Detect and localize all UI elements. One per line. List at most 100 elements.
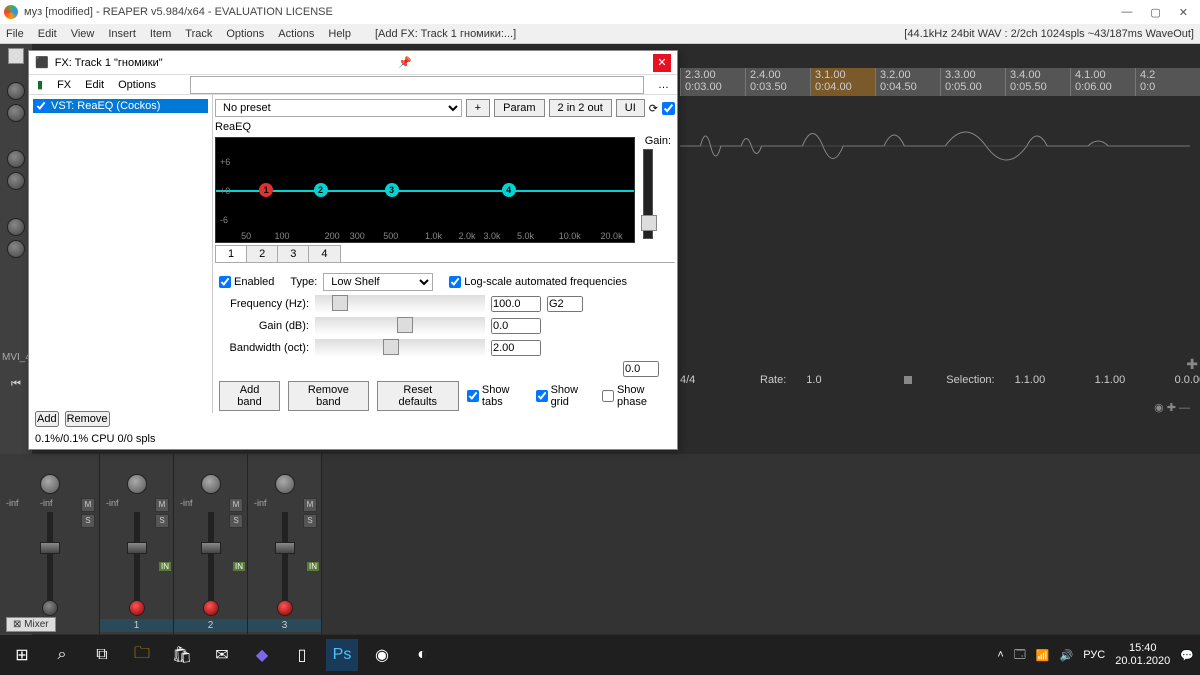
- fader[interactable]: [134, 512, 140, 610]
- track-knob-6[interactable]: [7, 240, 25, 258]
- eq-band-4[interactable]: 4: [502, 183, 516, 197]
- fx-active-checkbox[interactable]: [662, 102, 675, 115]
- freq-value[interactable]: [491, 296, 541, 312]
- eq-graph[interactable]: 1 2 3 4 +6 +0 -6 50 100 200 300 500 1.0k…: [215, 137, 635, 243]
- tab-band-1[interactable]: 1: [215, 245, 247, 262]
- show-grid-checkbox[interactable]: Show grid: [536, 384, 594, 408]
- menu-file[interactable]: File: [6, 28, 24, 40]
- preset-select[interactable]: No preset: [215, 99, 462, 117]
- bw-value[interactable]: [491, 340, 541, 356]
- new-item-icon[interactable]: [8, 48, 24, 64]
- selection-end[interactable]: 1.1.00: [1095, 374, 1155, 386]
- io-button[interactable]: 2 in 2 out: [549, 99, 612, 117]
- fx-add-button[interactable]: Add: [35, 411, 59, 427]
- track-knob-2[interactable]: [7, 104, 25, 122]
- fx-list-item[interactable]: VST: ReaEQ (Cockos): [33, 99, 208, 113]
- track-controls[interactable]: ◉ ✚ —: [1154, 401, 1190, 414]
- eq-band-1[interactable]: 1: [259, 183, 273, 197]
- fx-remove-button[interactable]: Remove: [65, 411, 110, 427]
- minimize-icon[interactable]: —: [1121, 6, 1132, 19]
- photoshop-icon[interactable]: Ps: [326, 639, 358, 671]
- output-gain-value[interactable]: [623, 361, 659, 377]
- add-fx-label[interactable]: [Add FX: Track 1 гномики:...]: [375, 28, 516, 40]
- show-phase-checkbox[interactable]: Show phase: [602, 384, 671, 408]
- track-knob-4[interactable]: [7, 172, 25, 190]
- task-view-icon[interactable]: ⧉: [86, 639, 118, 671]
- fx-menu-fx[interactable]: FX: [57, 79, 71, 91]
- selection-length[interactable]: 0.0.00: [1175, 374, 1200, 386]
- wifi-icon[interactable]: 📶: [1036, 649, 1050, 662]
- record-arm-button[interactable]: [277, 600, 293, 616]
- gain-value[interactable]: [491, 318, 541, 334]
- fader[interactable]: [282, 512, 288, 610]
- arrange-view[interactable]: ✚ ◉ ✚ —: [680, 96, 1200, 346]
- timeline-segment[interactable]: 3.2.000:04.50: [875, 68, 940, 96]
- mixer-master[interactable]: -inf -inf MS: [0, 454, 100, 634]
- eq-band-2[interactable]: 2: [314, 183, 328, 197]
- pan-knob[interactable]: [201, 474, 221, 494]
- mute-button[interactable]: M: [81, 498, 95, 512]
- solo-button[interactable]: S: [81, 514, 95, 528]
- menu-item[interactable]: Item: [150, 28, 171, 40]
- timeline-segment[interactable]: 2.3.000:03.00: [680, 68, 745, 96]
- mixer-channel-2[interactable]: -inf MS IN 2: [174, 454, 248, 634]
- explorer-icon[interactable]: 🗀: [126, 639, 158, 671]
- pan-knob[interactable]: [40, 474, 60, 494]
- logscale-checkbox[interactable]: Log-scale automated frequencies: [449, 276, 627, 288]
- ui-button[interactable]: UI: [616, 99, 645, 117]
- freq-note[interactable]: [547, 296, 583, 312]
- chrome-icon[interactable]: ◉: [366, 639, 398, 671]
- menu-options[interactable]: Options: [226, 28, 264, 40]
- search-icon[interactable]: ⌕: [46, 639, 78, 671]
- output-gain-slider[interactable]: [641, 215, 657, 231]
- freq-slider[interactable]: [315, 295, 485, 313]
- bw-slider[interactable]: [315, 339, 485, 357]
- menu-view[interactable]: View: [71, 28, 95, 40]
- reaper-taskbar-icon[interactable]: ◐: [406, 639, 438, 671]
- clock[interactable]: 15:40 20.01.2020: [1115, 642, 1170, 668]
- record-arm-button[interactable]: [129, 600, 145, 616]
- pin-icon[interactable]: 📌: [398, 56, 412, 69]
- tab-band-3[interactable]: 3: [277, 245, 309, 262]
- track-knob-5[interactable]: [7, 218, 25, 236]
- mixer-tab[interactable]: ⊠ Mixer: [6, 617, 56, 632]
- fx-menu-options[interactable]: Options: [118, 79, 156, 91]
- fx-enable-checkbox[interactable]: [35, 100, 47, 112]
- pan-knob[interactable]: [127, 474, 147, 494]
- bypass-icon[interactable]: ⟳: [649, 102, 658, 115]
- fx-browse-icon[interactable]: …: [658, 79, 669, 91]
- timeline-segment[interactable]: 2.4.000:03.50: [745, 68, 810, 96]
- track-knob-3[interactable]: [7, 150, 25, 168]
- param-button[interactable]: Param: [494, 99, 544, 117]
- fx-menu-edit[interactable]: Edit: [85, 79, 104, 91]
- master-mono-button[interactable]: [42, 600, 58, 616]
- eq-band-3[interactable]: 3: [385, 183, 399, 197]
- app-icon-2[interactable]: ▯: [286, 639, 318, 671]
- menu-actions[interactable]: Actions: [278, 28, 314, 40]
- pan-knob[interactable]: [275, 474, 295, 494]
- timeline-segment[interactable]: 3.1.000:04.00: [810, 68, 875, 96]
- timeline-ruler[interactable]: 2.3.000:03.002.4.000:03.503.1.000:04.003…: [680, 68, 1200, 96]
- mixer-channel-1[interactable]: -inf MS IN 1: [100, 454, 174, 634]
- tray-expand-icon[interactable]: ˄: [997, 649, 1003, 661]
- mail-icon[interactable]: ✉: [206, 639, 238, 671]
- track-knob-1[interactable]: [7, 82, 25, 100]
- start-button[interactable]: ⊞: [6, 639, 38, 671]
- notifications-icon[interactable]: 💬: [1180, 649, 1194, 662]
- fx-search-input[interactable]: [190, 76, 644, 94]
- timeline-segment[interactable]: 4.20:0: [1135, 68, 1200, 96]
- enabled-checkbox[interactable]: Enabled: [219, 276, 274, 288]
- preset-add-button[interactable]: +: [466, 99, 490, 117]
- mixer-channel-3[interactable]: -inf MS IN 3: [248, 454, 322, 634]
- menu-help[interactable]: Help: [328, 28, 351, 40]
- menu-edit[interactable]: Edit: [38, 28, 57, 40]
- battery-icon[interactable]: 🗔: [1014, 646, 1026, 665]
- rate-value[interactable]: 1.0: [806, 374, 866, 386]
- close-icon[interactable]: ✕: [1179, 6, 1188, 19]
- type-select[interactable]: Low Shelf: [323, 273, 433, 291]
- language-indicator[interactable]: РУС: [1083, 649, 1105, 661]
- tab-band-4[interactable]: 4: [308, 245, 340, 262]
- menu-track[interactable]: Track: [185, 28, 212, 40]
- tab-band-2[interactable]: 2: [246, 245, 278, 262]
- timeline-segment[interactable]: 4.1.000:06.00: [1070, 68, 1135, 96]
